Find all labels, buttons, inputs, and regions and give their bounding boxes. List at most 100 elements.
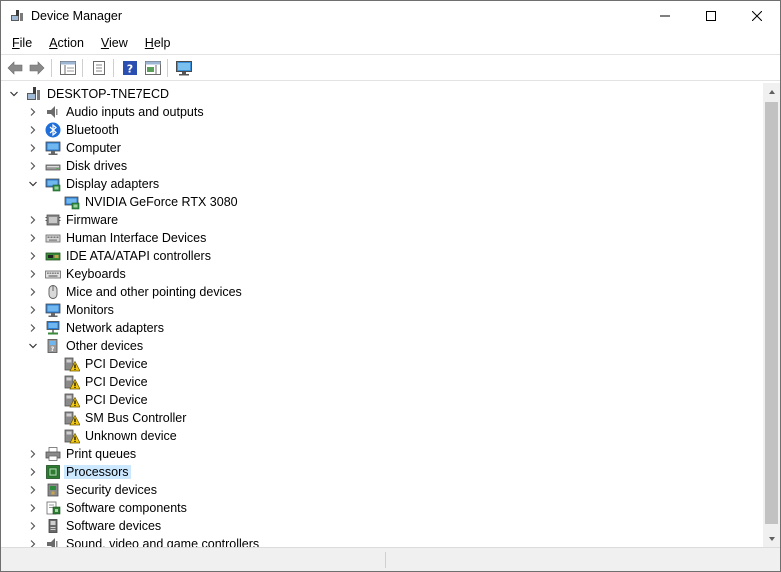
speaker-icon [47, 106, 58, 118]
tree-item-label: Processors [64, 465, 131, 479]
chevron-right-icon[interactable] [27, 249, 39, 263]
chevron-right-icon[interactable] [27, 465, 39, 479]
properties-icon [93, 61, 105, 75]
console-tree-icon [60, 61, 76, 75]
device-category[interactable]: Processors [1, 463, 763, 481]
help-icon: ? [123, 61, 137, 76]
device-category[interactable]: Bluetooth [1, 121, 763, 139]
svg-text:?: ? [51, 346, 55, 353]
device-item[interactable]: PCI Device [1, 391, 763, 409]
chevron-right-icon[interactable] [27, 519, 39, 533]
menu-action[interactable]: Action [44, 36, 89, 50]
action-pane-icon [145, 61, 161, 75]
device-category[interactable]: Mice and other pointing devices [1, 283, 763, 301]
chevron-right-icon[interactable] [27, 501, 39, 515]
device-item[interactable]: SM Bus Controller [1, 409, 763, 427]
window-title: Device Manager [31, 9, 123, 23]
device-tree[interactable]: DESKTOP-TNE7ECD Audio inputs and outputs… [1, 83, 763, 547]
back-button[interactable] [5, 58, 25, 78]
device-category[interactable]: Software devices [1, 517, 763, 535]
chevron-right-icon[interactable] [27, 321, 39, 335]
chevron-down-icon[interactable] [27, 339, 39, 353]
other-devices-icon: ? [47, 339, 58, 353]
tree-item-label: Software components [66, 501, 187, 515]
chevron-right-icon[interactable] [27, 141, 39, 155]
chevron-down-icon[interactable] [27, 177, 39, 191]
firmware-icon [45, 214, 61, 226]
chevron-right-icon[interactable] [27, 105, 39, 119]
device-item[interactable]: PCI Device [1, 355, 763, 373]
scan-hardware-changes-button[interactable] [174, 58, 194, 78]
chevron-right-icon[interactable] [27, 483, 39, 497]
chevron-right-icon[interactable] [27, 123, 39, 137]
close-button[interactable] [734, 1, 780, 31]
device-category[interactable]: Network adapters [1, 319, 763, 337]
tree-item-label: Human Interface Devices [66, 231, 207, 245]
menu-file[interactable]: File [7, 36, 37, 50]
printer-icon [45, 447, 61, 461]
tree-item-label: SM Bus Controller [85, 411, 187, 425]
chevron-right-icon[interactable] [27, 213, 39, 227]
scan-monitor-icon [176, 61, 192, 76]
chevron-right-icon[interactable] [27, 537, 39, 547]
device-item[interactable]: NVIDIA GeForce RTX 3080 [1, 193, 763, 211]
device-category[interactable]: Disk drives [1, 157, 763, 175]
chevron-down-icon[interactable] [8, 87, 20, 101]
device-category[interactable]: Audio inputs and outputs [1, 103, 763, 121]
device-category[interactable]: ? Other devices [1, 337, 763, 355]
device-category[interactable]: Keyboards [1, 265, 763, 283]
scroll-up-button[interactable] [763, 83, 780, 100]
mouse-icon [48, 285, 58, 299]
tree-item-label: Disk drives [66, 159, 128, 173]
device-category[interactable]: Monitors [1, 301, 763, 319]
minimize-button[interactable] [642, 1, 688, 31]
chevron-right-icon[interactable] [27, 231, 39, 245]
properties-button[interactable] [89, 58, 109, 78]
device-category[interactable]: Computer [1, 139, 763, 157]
tree-item-label: NVIDIA GeForce RTX 3080 [85, 195, 238, 209]
vertical-scrollbar[interactable] [763, 83, 780, 547]
chevron-right-icon[interactable] [27, 285, 39, 299]
back-arrow-icon [7, 61, 23, 75]
forward-button[interactable] [27, 58, 47, 78]
toolbar-separator [51, 59, 52, 77]
chevron-right-icon[interactable] [27, 159, 39, 173]
title-bar[interactable]: Device Manager [1, 1, 780, 31]
tree-root[interactable]: DESKTOP-TNE7ECD [1, 85, 763, 103]
action-pane-button[interactable] [143, 58, 163, 78]
device-item[interactable]: Unknown device [1, 427, 763, 445]
tree-item-label: Monitors [66, 303, 114, 317]
tree-item-label: Sound, video and game controllers [66, 537, 260, 547]
device-category[interactable]: IDE ATA/ATAPI controllers [1, 247, 763, 265]
display-adapter-icon [45, 178, 61, 192]
bluetooth-icon [45, 122, 61, 138]
menu-view[interactable]: View [96, 36, 133, 50]
warning-device-icon [64, 411, 80, 426]
tree-item-label: Computer [66, 141, 121, 155]
device-category[interactable]: Software components [1, 499, 763, 517]
menu-help[interactable]: Help [140, 36, 176, 50]
scroll-down-button[interactable] [763, 530, 780, 547]
device-category[interactable]: Print queues [1, 445, 763, 463]
tree-item-label: Print queues [66, 447, 137, 461]
maximize-button[interactable] [688, 1, 734, 31]
device-category[interactable]: Firmware [1, 211, 763, 229]
tree-item-label: Software devices [66, 519, 162, 533]
help-button[interactable]: ? [120, 58, 140, 78]
chevron-right-icon[interactable] [27, 267, 39, 281]
tree-item-label: Network adapters [66, 321, 164, 335]
tree-item-label: Keyboards [66, 267, 126, 281]
chevron-right-icon[interactable] [27, 447, 39, 461]
chevron-right-icon[interactable] [27, 303, 39, 317]
scrollbar-thumb[interactable] [765, 102, 778, 524]
toolbar-separator [167, 59, 168, 77]
disk-drive-icon [45, 164, 61, 171]
tree-root-label: DESKTOP-TNE7ECD [47, 87, 170, 101]
device-category[interactable]: Security devices [1, 481, 763, 499]
device-item[interactable]: PCI Device [1, 373, 763, 391]
device-category[interactable]: Sound, video and game controllers [1, 535, 763, 547]
show-hide-console-tree-button[interactable] [58, 58, 78, 78]
display-adapter-icon [64, 196, 80, 210]
device-category[interactable]: Human Interface Devices [1, 229, 763, 247]
device-category[interactable]: Display adapters [1, 175, 763, 193]
